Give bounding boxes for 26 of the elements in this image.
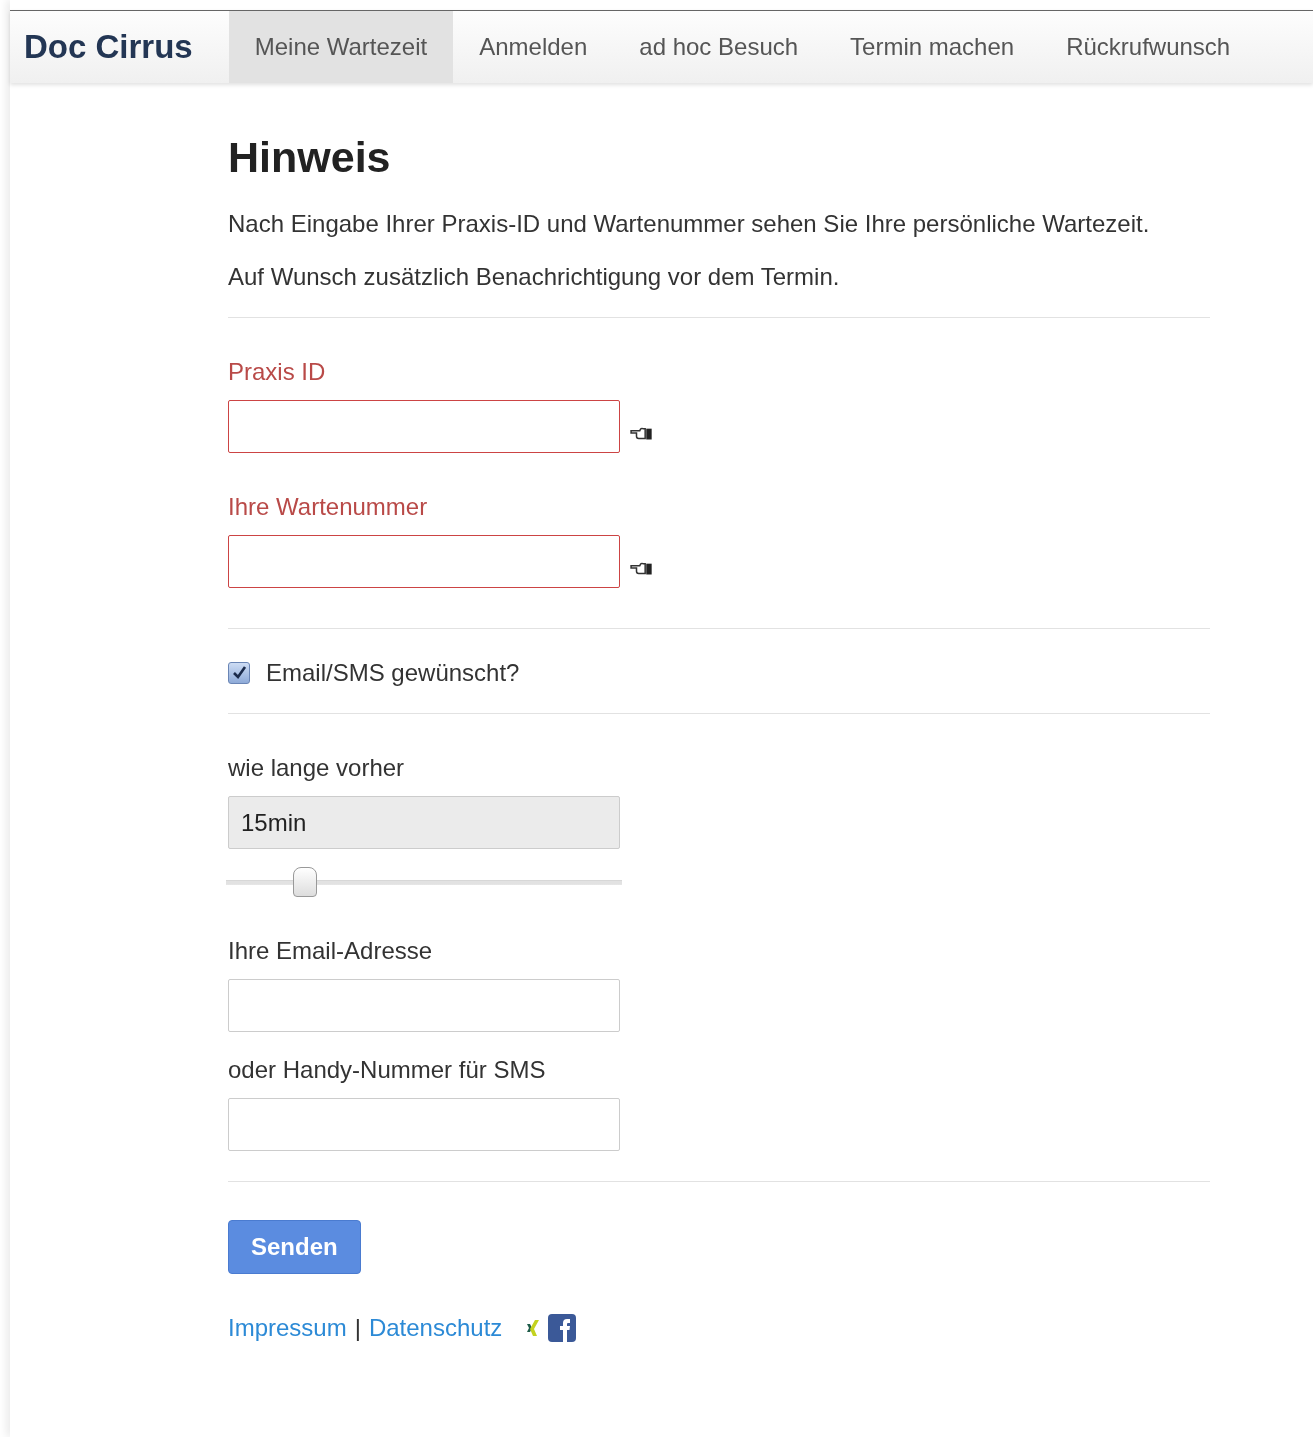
field-label: oder Handy-Nummer für SMS bbox=[228, 1056, 547, 1084]
nav-tab[interactable]: Meine Wartezeit bbox=[228, 11, 454, 83]
separator: | bbox=[354, 1314, 361, 1342]
field-label: Ihre Wartenummer bbox=[228, 493, 429, 521]
nav-tab[interactable]: Anmelden bbox=[453, 11, 614, 83]
input-field[interactable] bbox=[228, 400, 620, 453]
value-field: 15min bbox=[228, 796, 620, 849]
field-label: wie lange vorher bbox=[228, 754, 406, 782]
intro-text: Nach Eingabe Ihrer Praxis-ID und Wartenummer sehen Sie Ihre persönliche Wartezeit. bbox=[228, 210, 1151, 238]
field-label: Praxis ID bbox=[228, 358, 327, 386]
facebook-icon[interactable] bbox=[548, 1314, 577, 1342]
nav-tab[interactable]: Rückrufwunsch bbox=[1040, 11, 1257, 83]
footer-link[interactable]: Impressum bbox=[228, 1314, 347, 1342]
slider-thumb[interactable] bbox=[293, 867, 318, 897]
field-label: Ihre Email-Adresse bbox=[228, 937, 434, 965]
footer-link[interactable]: Datenschutz bbox=[368, 1314, 503, 1342]
page-heading: Hinweis bbox=[228, 133, 392, 182]
check-icon bbox=[231, 665, 247, 681]
input-field[interactable] bbox=[228, 535, 620, 588]
x-logo-icon[interactable] bbox=[526, 1318, 541, 1338]
intro-text: Auf Wunsch zusätzlich Benachrichtigung vor dem Termin. bbox=[228, 263, 841, 291]
checkbox-label: Email/SMS gewünscht? bbox=[266, 659, 520, 687]
brand-logo[interactable]: Doc Cirrus bbox=[10, 28, 229, 66]
checkbox[interactable] bbox=[228, 662, 250, 684]
nav-tab[interactable]: Termin machen bbox=[824, 11, 1041, 83]
nav-tab[interactable]: ad hoc Besuch bbox=[613, 11, 825, 83]
